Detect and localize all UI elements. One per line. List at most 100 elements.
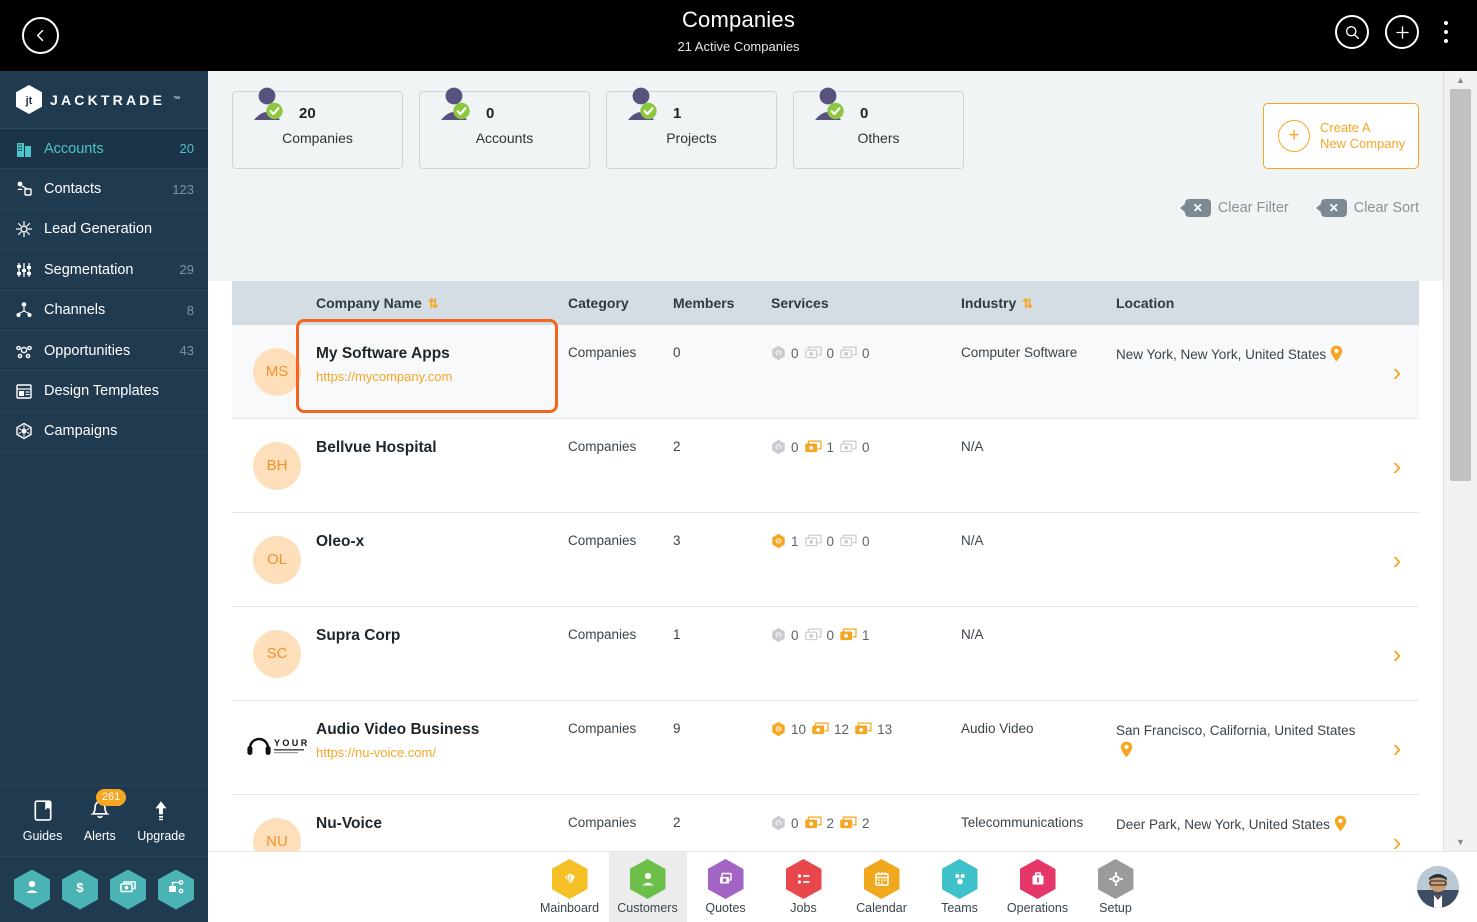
service-item[interactable]: 0 xyxy=(840,346,870,361)
sidebar-item-channels[interactable]: Channels 8 xyxy=(0,291,208,331)
company-url[interactable]: https://nu-voice.com/ xyxy=(316,745,568,760)
row-detail-button[interactable]: › xyxy=(1375,325,1419,418)
company-name-cell[interactable]: Nu-Voice xyxy=(316,795,568,851)
location-cell xyxy=(1116,419,1375,512)
company-name-cell[interactable]: My Software Apps https://mycompany.com xyxy=(316,325,568,418)
service-item[interactable]: $0 xyxy=(771,815,799,831)
company-name-cell[interactable]: Audio Video Business https://nu-voice.com… xyxy=(316,701,568,794)
service-item[interactable]: 1 xyxy=(804,440,834,455)
sidebar-tool-alerts[interactable]: 261 Alerts xyxy=(84,789,127,843)
company-name-cell[interactable]: Oleo-x xyxy=(316,513,568,606)
card-icon xyxy=(840,534,857,547)
app-root: Companies 21 Active Companies jt JACKTRA… xyxy=(0,0,1477,922)
sidebar-item-segmentation[interactable]: Segmentation 29 xyxy=(0,250,208,291)
company-url[interactable]: https://mycompany.com xyxy=(316,369,568,384)
service-item[interactable]: 0 xyxy=(804,534,834,549)
scroll-up-button[interactable]: ▲ xyxy=(1444,71,1477,89)
column-header-label: Services xyxy=(771,295,829,311)
quick-action-workflow[interactable] xyxy=(158,869,194,910)
column-header-services[interactable]: Services xyxy=(771,295,961,311)
quick-action-money[interactable] xyxy=(110,869,146,910)
stat-card-accounts[interactable]: 0 Accounts xyxy=(419,87,590,169)
sidebar-tool-guides[interactable]: Guides xyxy=(23,799,62,843)
bottom-nav-jobs[interactable]: Jobs xyxy=(765,852,843,922)
company-name-cell[interactable]: Bellvue Hospital xyxy=(316,419,568,512)
bottom-nav-operations[interactable]: Operations xyxy=(999,852,1077,922)
row-detail-button[interactable]: › xyxy=(1375,795,1419,852)
quick-action-dollar[interactable]: $ xyxy=(62,869,98,910)
table-row[interactable]: NU Nu-Voice Companies 2 $0 2 2 Telecommunicatio… xyxy=(232,795,1419,851)
row-detail-button[interactable]: › xyxy=(1375,513,1419,606)
stat-card-projects[interactable]: 1 Projects xyxy=(606,87,777,169)
card-icon xyxy=(804,628,822,641)
bottom-nav-mainboard[interactable]: Mainboard xyxy=(531,852,609,922)
industry-cell: N/A xyxy=(961,439,984,454)
scrollbar-thumb[interactable] xyxy=(1450,89,1471,481)
sidebar-item-campaigns[interactable]: Campaigns xyxy=(0,412,208,453)
create-new-company-button[interactable]: + Create A New Company xyxy=(1263,103,1419,169)
sidebar-item-opportunities[interactable]: Opportunities 43 xyxy=(0,331,208,372)
industry-cell: Telecommunications xyxy=(961,815,1084,830)
service-item[interactable]: 13 xyxy=(855,722,892,737)
service-item[interactable]: 0 xyxy=(840,440,870,455)
service-item[interactable]: 2 xyxy=(804,816,834,831)
service-item[interactable]: $0 xyxy=(771,439,799,455)
location-cell: San Francisco, California, United States xyxy=(1116,701,1375,794)
sort-arrows-icon[interactable]: ⇅ xyxy=(428,296,439,311)
sidebar-item-lead-generation[interactable]: Lead Generation xyxy=(0,210,208,251)
kebab-menu-button[interactable] xyxy=(1435,15,1457,49)
service-item[interactable]: 1 xyxy=(840,628,870,643)
user-avatar[interactable] xyxy=(1417,866,1459,908)
sidebar-tool-upgrade[interactable]: Upgrade xyxy=(137,799,185,843)
clear-filter-button[interactable]: ✕ Clear Filter xyxy=(1179,199,1289,217)
service-count: 0 xyxy=(791,345,799,361)
clear-sort-button[interactable]: ✕ Clear Sort xyxy=(1315,199,1419,217)
chevron-right-icon: › xyxy=(1392,826,1402,852)
search-button[interactable] xyxy=(1335,15,1369,49)
service-item[interactable]: 0 xyxy=(804,346,834,361)
sort-arrows-icon[interactable]: ⇅ xyxy=(1022,296,1033,311)
bottom-nav-teams[interactable]: Teams xyxy=(921,852,999,922)
table-row[interactable]: SC Supra Corp Companies 1 $0 0 1 N/A › xyxy=(232,607,1419,701)
clear-x-icon: ✕ xyxy=(1315,199,1347,217)
row-detail-button[interactable]: › xyxy=(1375,701,1419,794)
vertical-scrollbar[interactable]: ▲ ▼ xyxy=(1443,71,1477,851)
sidebar-item-design-templates[interactable]: Design Templates xyxy=(0,371,208,412)
stat-card-companies[interactable]: 20 Companies xyxy=(232,87,403,169)
stat-card-others[interactable]: 0 Others xyxy=(793,87,964,169)
row-detail-button[interactable]: › xyxy=(1375,419,1419,512)
service-item[interactable]: $1 xyxy=(771,533,799,549)
logo-cell: YOUR xyxy=(232,701,316,794)
quick-action-person[interactable] xyxy=(14,869,50,910)
service-item[interactable]: 0 xyxy=(804,628,834,643)
service-item[interactable]: 2 xyxy=(840,816,870,831)
column-header-category[interactable]: Category xyxy=(568,295,673,311)
table-row[interactable]: YOUR Audio Video Business https://nu-voice… xyxy=(232,701,1419,795)
brand-logo[interactable]: jt JACKTRADE ™ xyxy=(0,71,208,129)
table-row[interactable]: BH Bellvue Hospital Companies 2 $0 1 0 N/A › xyxy=(232,419,1419,513)
column-header-industry[interactable]: Industry ⇅ xyxy=(961,295,1116,312)
service-item[interactable]: 12 xyxy=(812,722,849,737)
column-header-location[interactable]: Location xyxy=(1116,295,1375,311)
table-row[interactable]: OL Oleo-x Companies 3 $1 0 0 N/A › xyxy=(232,513,1419,607)
service-item[interactable]: $0 xyxy=(771,627,799,643)
stat-top: 0 xyxy=(420,87,589,128)
service-item[interactable]: 0 xyxy=(840,534,870,549)
services-cell: $0 1 0 xyxy=(771,439,961,455)
column-header-name[interactable]: Company Name ⇅ xyxy=(316,295,568,312)
column-header-members[interactable]: Members xyxy=(673,295,771,311)
bottom-nav-calendar[interactable]: Calendar xyxy=(843,852,921,922)
top-header-bar: Companies 21 Active Companies xyxy=(0,0,1477,71)
bottom-nav-quotes[interactable]: Quotes xyxy=(687,852,765,922)
row-detail-button[interactable]: › xyxy=(1375,607,1419,700)
add-button[interactable] xyxy=(1385,15,1419,49)
service-item[interactable]: $0 xyxy=(771,345,799,361)
table-row[interactable]: MS My Software Apps https://mycompany.com C… xyxy=(232,319,1419,419)
service-item[interactable]: $10 xyxy=(771,721,806,737)
sidebar-item-contacts[interactable]: Contacts 123 xyxy=(0,169,208,210)
bottom-nav-customers[interactable]: Customers xyxy=(608,851,687,922)
scroll-down-button[interactable]: ▼ xyxy=(1444,833,1477,851)
sidebar-item-accounts[interactable]: Accounts 20 xyxy=(0,129,208,170)
bottom-nav-setup[interactable]: Setup xyxy=(1077,852,1155,922)
company-name-cell[interactable]: Supra Corp xyxy=(316,607,568,700)
